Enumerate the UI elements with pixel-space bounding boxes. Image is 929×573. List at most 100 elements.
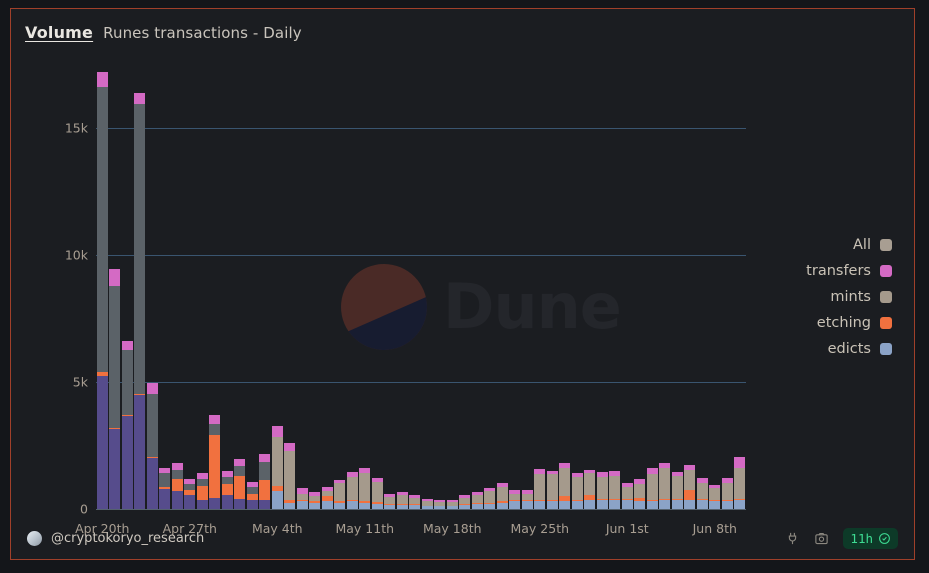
bar-segment-transfers [259,454,271,463]
bar-column[interactable] [346,471,358,509]
bar-column[interactable] [721,478,733,509]
bar-segment-edicts [384,505,396,509]
bar-column[interactable] [684,464,696,509]
bar-segment-edicts [421,506,433,509]
gridline [96,382,746,383]
bar-segment-edicts [371,503,383,509]
bar-segment-transfers [96,72,108,88]
y-axis-tick-label: 10k [64,247,88,263]
bar-column[interactable] [521,490,533,509]
bar-segment-mints [671,475,683,499]
bar-column[interactable] [621,483,633,509]
bar-column[interactable] [646,468,658,509]
bar-column[interactable] [171,463,183,509]
bar-column[interactable] [634,478,646,509]
legend-item-mints[interactable]: mints [830,289,892,305]
bar-column[interactable] [596,472,608,509]
bar-column[interactable] [409,495,421,509]
camera-icon[interactable] [814,531,829,546]
bar-column[interactable] [571,473,583,509]
bar-column[interactable] [546,470,558,509]
bar-column[interactable] [396,491,408,509]
bar-column[interactable] [134,92,146,509]
bar-column[interactable] [159,468,171,509]
bar-segment-edicts [696,500,708,509]
bar-column[interactable] [471,492,483,509]
bar-column[interactable] [534,469,546,509]
bar-column[interactable] [696,478,708,509]
bar-segment-edicts [709,501,721,509]
bar-segment-transfers [134,92,146,105]
bar-column[interactable] [659,463,671,509]
bar-segment-mints [146,393,158,458]
bar-column[interactable] [184,478,196,509]
bar-segment-edicts [621,500,633,509]
bar-segment-transfers [121,341,133,351]
bar-column[interactable] [484,487,496,509]
bar-column[interactable] [321,487,333,509]
bar-column[interactable] [271,426,283,509]
bar-column[interactable] [709,484,721,509]
bar-column[interactable] [371,478,383,509]
bar-segment-mints [109,285,121,428]
bar-segment-edicts [584,500,596,509]
legend-swatch [880,265,892,277]
bar-column[interactable] [234,459,246,509]
bar-column[interactable] [221,470,233,509]
bar-segment-edicts [134,394,146,509]
bar-column[interactable] [259,454,271,509]
bar-column[interactable] [434,499,446,509]
bar-column[interactable] [96,72,108,509]
bar-segment-mints [684,469,696,490]
bar-column[interactable] [296,488,308,509]
bar-column[interactable] [334,479,346,509]
bar-column[interactable] [146,382,158,509]
legend-item-transfers[interactable]: transfers [806,263,892,279]
legend-label: mints [830,289,871,305]
plug-icon[interactable] [785,531,800,546]
bar-column[interactable] [209,415,221,509]
bar-column[interactable] [284,443,296,509]
bar-segment-edicts [734,500,746,509]
bar-segment-edicts [471,503,483,509]
bar-column[interactable] [309,492,321,509]
bar-segment-edicts [434,506,446,509]
bar-segment-mints [484,491,496,503]
chart-card: Volume Runes transactions - Daily Dune 0… [10,8,915,560]
legend-item-etching[interactable]: etching [817,315,892,331]
bar-column[interactable] [121,341,133,509]
bar-column[interactable] [246,482,258,509]
bar-column[interactable] [359,468,371,509]
status-badge[interactable]: 11h [843,527,898,549]
bar-segment-edicts [509,501,521,509]
author-handle[interactable]: @cryptokoryo_research [51,531,204,546]
bar-segment-mints [359,473,371,502]
bar-column[interactable] [459,495,471,509]
bar-segment-edicts [96,375,108,509]
dune-logo-icon [341,264,427,350]
bar-segment-edicts [184,495,196,509]
legend-item-edicts[interactable]: edicts [828,341,892,357]
bar-segment-mints [134,104,146,394]
chart-legend: All transfers mints etching edicts [806,237,892,357]
bar-segment-edicts [171,491,183,509]
gridline [96,128,746,129]
bar-segment-etching [684,489,696,501]
bar-column[interactable] [609,471,621,509]
bar-column[interactable] [196,473,208,509]
author-block[interactable]: @cryptokoryo_research [27,530,204,546]
bar-column[interactable] [584,469,596,509]
bar-column[interactable] [421,498,433,509]
bar-column[interactable] [109,269,121,509]
bar-column[interactable] [671,471,683,509]
legend-item-All[interactable]: All [853,237,892,253]
bar-column[interactable] [446,499,458,509]
bar-column[interactable] [496,483,508,509]
bar-column[interactable] [559,463,571,509]
bar-column[interactable] [384,494,396,509]
legend-swatch [880,343,892,355]
bar-segment-edicts [121,416,133,509]
bar-segment-edicts [359,502,371,509]
bar-column[interactable] [734,456,746,509]
bar-column[interactable] [509,490,521,509]
